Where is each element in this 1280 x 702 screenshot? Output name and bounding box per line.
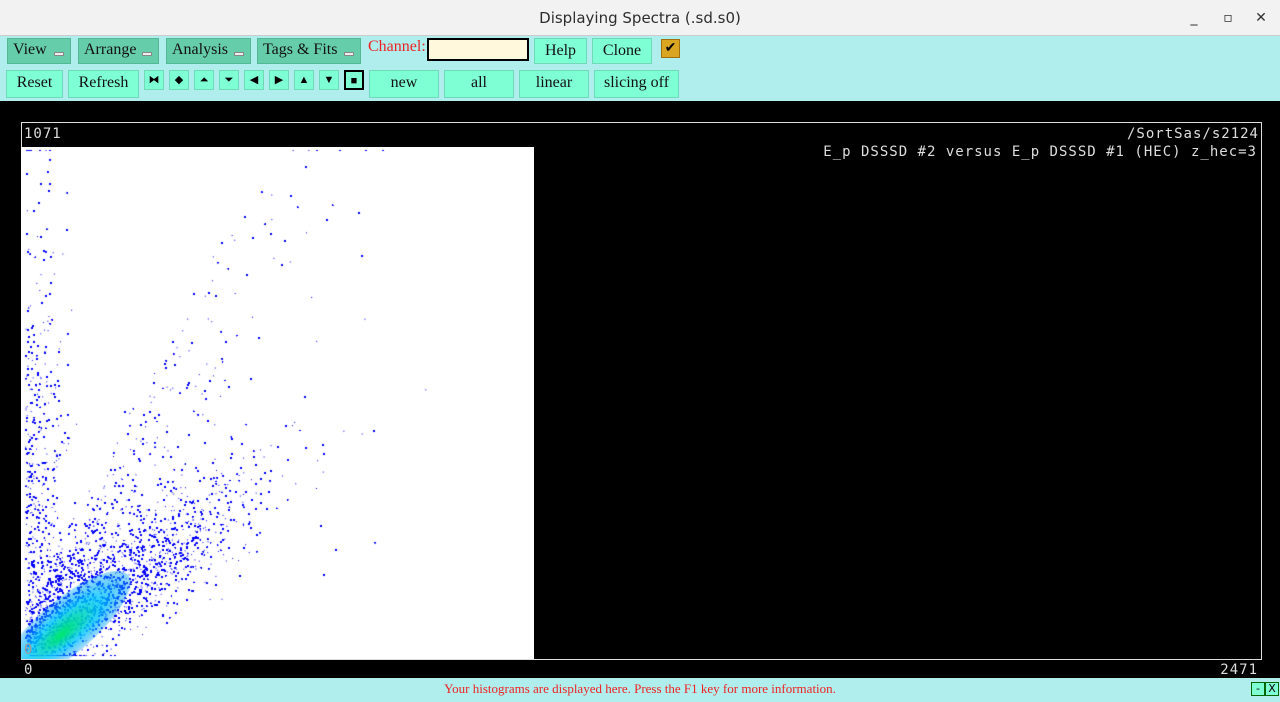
scroll-down-icon[interactable]: ▼ <box>319 70 339 90</box>
analysis-menu[interactable]: Analysis <box>166 38 251 64</box>
menu-label: Arrange <box>84 41 137 58</box>
all-button[interactable]: all <box>444 70 514 98</box>
minimize-button[interactable]: _ <box>1184 8 1204 28</box>
status-minimize-button[interactable]: - <box>1251 682 1265 696</box>
channel-input[interactable] <box>427 38 529 61</box>
x-min-label: 0 <box>24 662 34 678</box>
view-menu[interactable]: View <box>7 38 71 64</box>
channel-label: Channel: <box>368 38 426 55</box>
status-close-button[interactable]: X <box>1265 682 1279 696</box>
menu-label: Tags & Fits <box>263 41 338 58</box>
menu-label: Analysis <box>172 41 228 58</box>
scroll-right-icon[interactable]: ▶ <box>269 70 289 90</box>
new-button[interactable]: new <box>369 70 439 98</box>
menu-label: View <box>13 41 47 58</box>
scroll-left-icon[interactable]: ◀ <box>244 70 264 90</box>
slicing-button[interactable]: slicing off <box>594 70 679 98</box>
y-max-label: 1071 <box>24 126 62 142</box>
clone-button[interactable]: Clone <box>592 38 652 64</box>
dropdown-icon <box>234 52 244 56</box>
full-view-icon[interactable]: ■ <box>344 70 364 90</box>
y-min-label: 0 <box>24 642 34 658</box>
x-max-label: 2471 <box>1220 662 1258 678</box>
scroll-up-icon[interactable]: ▲ <box>294 70 314 90</box>
status-bar: Your histograms are displayed here. Pres… <box>0 678 1280 702</box>
title-bar: Displaying Spectra (.sd.s0) _ ▫ ✕ <box>0 0 1280 36</box>
tags-fits-menu[interactable]: Tags & Fits <box>257 38 361 64</box>
spectrum-path: /SortSas/s2124 <box>1126 126 1259 142</box>
refresh-button[interactable]: Refresh <box>68 70 139 98</box>
window-title: Displaying Spectra (.sd.s0) <box>539 9 741 27</box>
shrink-vertical-icon[interactable]: ⏷ <box>219 70 239 90</box>
checkbox[interactable]: ✔ <box>661 39 680 58</box>
dropdown-icon <box>54 52 64 56</box>
dropdown-icon <box>142 52 152 56</box>
help-button[interactable]: Help <box>534 38 587 64</box>
status-message: Your histograms are displayed here. Pres… <box>444 681 836 696</box>
arrange-menu[interactable]: Arrange <box>78 38 159 64</box>
expand-horizontal-icon[interactable]: ⧓ <box>144 70 164 90</box>
toolbar: View Arrange Analysis Tags & Fits Channe… <box>0 36 1280 101</box>
maximize-button[interactable]: ▫ <box>1218 8 1238 28</box>
histogram-2d[interactable] <box>21 147 534 659</box>
reset-button[interactable]: Reset <box>6 70 63 98</box>
shrink-horizontal-icon[interactable]: ◆ <box>169 70 189 90</box>
linear-button[interactable]: linear <box>519 70 589 98</box>
expand-vertical-icon[interactable]: ⏶ <box>194 70 214 90</box>
dropdown-icon <box>344 52 354 56</box>
spectrum-title: E_p DSSSD #2 versus E_p DSSSD #1 (HEC) z… <box>823 144 1257 160</box>
close-button[interactable]: ✕ <box>1251 8 1271 28</box>
